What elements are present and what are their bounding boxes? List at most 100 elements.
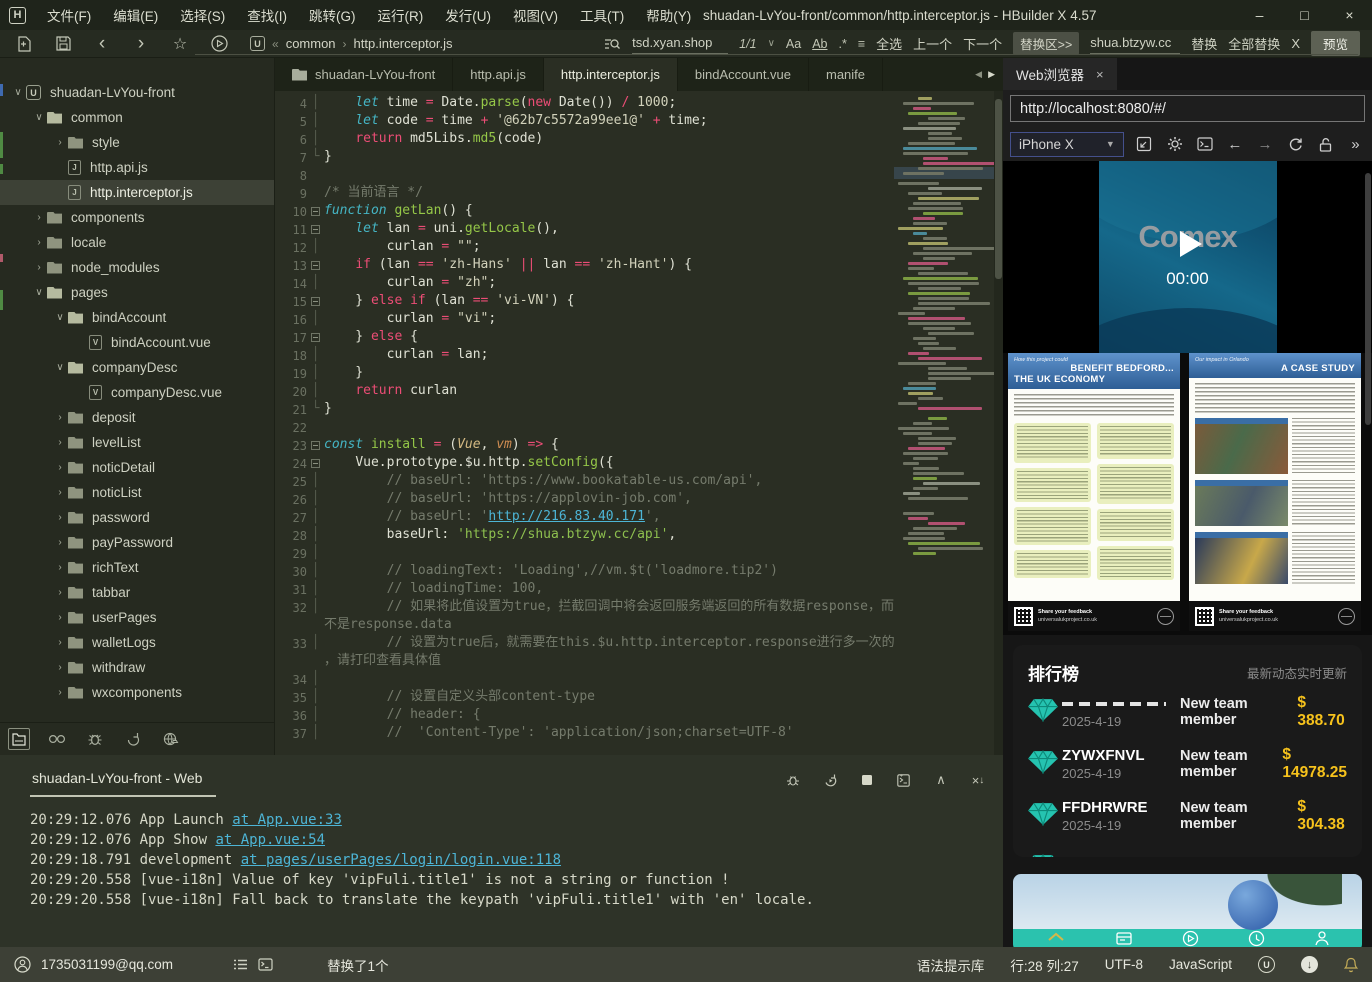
tree-item-bindAccount[interactable]: ∨bindAccount: [0, 305, 274, 330]
fold-box-icon[interactable]: [311, 459, 320, 468]
replace-input[interactable]: shua.btzyw.cc: [1090, 33, 1180, 54]
console-close-icon[interactable]: ×↓: [969, 771, 987, 789]
fold-marker[interactable]: [307, 292, 324, 310]
tree-item-http.api.js[interactable]: Jhttp.api.js: [0, 155, 274, 180]
tree-chevron-icon[interactable]: ›: [52, 637, 68, 648]
tree-item-shuadan-LvYou-front[interactable]: ∨Ushuadan-LvYou-front: [0, 80, 274, 105]
console-stop-icon[interactable]: [858, 771, 876, 789]
tree-chevron-icon[interactable]: ›: [52, 562, 68, 573]
uniapp-badge-icon[interactable]: U: [1258, 956, 1275, 973]
maximize-button[interactable]: □: [1282, 0, 1327, 30]
tree-item-companyDesc.vue[interactable]: VcompanyDesc.vue: [0, 380, 274, 405]
console-source-link[interactable]: at App.vue:54: [215, 832, 325, 848]
tree-chevron-icon[interactable]: ∨: [52, 312, 68, 323]
tree-chevron-icon[interactable]: ›: [52, 612, 68, 623]
tree-item-deposit[interactable]: ›deposit: [0, 405, 274, 430]
task-list-icon[interactable]: [233, 958, 248, 971]
tree-item-companyDesc[interactable]: ∨companyDesc: [0, 355, 274, 380]
tree-chevron-icon[interactable]: ›: [31, 262, 47, 273]
tree-chevron-icon[interactable]: ∨: [52, 362, 68, 373]
menu-item-5[interactable]: 运行(R): [367, 0, 435, 30]
back-icon[interactable]: ‹: [93, 35, 111, 53]
fold-marker[interactable]: [307, 436, 324, 454]
language-mode-button[interactable]: JavaScript: [1169, 957, 1232, 972]
fold-marker[interactable]: [307, 256, 324, 274]
replace-zone-toggle[interactable]: 替换区>>: [1013, 32, 1079, 55]
tree-chevron-icon[interactable]: ›: [31, 212, 47, 223]
console-source-link[interactable]: at pages/userPages/login/login.vue:118: [241, 852, 561, 868]
syntax-lib-button[interactable]: 语法提示库: [917, 955, 985, 975]
update-download-icon[interactable]: ↓: [1301, 956, 1318, 973]
fold-box-icon[interactable]: [311, 333, 320, 342]
tab-scroll-left-icon[interactable]: ◀: [975, 69, 982, 80]
account-icon[interactable]: [14, 956, 31, 973]
plugin-cloud-icon[interactable]: [160, 728, 182, 750]
console-debug-icon[interactable]: [784, 771, 802, 789]
breadcrumb[interactable]: U « common › http.interceptor.js: [250, 36, 453, 51]
fold-marker[interactable]: [307, 328, 324, 346]
fold-box-icon[interactable]: [311, 207, 320, 216]
editor-tab-http.api.js[interactable]: http.api.js: [453, 58, 544, 91]
editor-scrollbar[interactable]: [994, 91, 1003, 755]
minimize-button[interactable]: –: [1237, 0, 1282, 30]
tree-item-http.interceptor.js[interactable]: Jhttp.interceptor.js: [0, 180, 274, 205]
menu-item-7[interactable]: 视图(V): [502, 0, 569, 30]
breadcrumb-folder[interactable]: common: [286, 36, 336, 51]
tree-item-tabbar[interactable]: ›tabbar: [0, 580, 274, 605]
tree-chevron-icon[interactable]: ›: [31, 237, 47, 248]
encoding-button[interactable]: UTF-8: [1105, 957, 1143, 972]
fold-box-icon[interactable]: [311, 261, 320, 270]
tree-item-locale[interactable]: ›locale: [0, 230, 274, 255]
fold-marker[interactable]: [307, 202, 324, 220]
terminal-icon[interactable]: [258, 958, 273, 971]
tree-chevron-icon[interactable]: ›: [52, 662, 68, 673]
console-source-link[interactable]: at App.vue:33: [232, 812, 342, 828]
tree-item-components[interactable]: ›components: [0, 205, 274, 230]
search-input[interactable]: tsd.xyan.shop: [632, 33, 728, 54]
whole-word-icon[interactable]: Ab: [812, 37, 827, 51]
poster-case-study[interactable]: Our impact in Orlando A CASE STUDY Share…: [1189, 353, 1361, 631]
replace-button[interactable]: 替换: [1191, 34, 1217, 53]
device-select[interactable]: iPhone X ▼: [1010, 132, 1124, 157]
replace-all-button[interactable]: 全部替换: [1228, 34, 1280, 53]
fold-box-icon[interactable]: [311, 441, 320, 450]
orders-tab-icon[interactable]: [1115, 931, 1133, 948]
menu-item-2[interactable]: 选择(S): [169, 0, 236, 30]
menu-item-0[interactable]: 文件(F): [36, 0, 102, 30]
profile-tab-icon[interactable]: [1314, 930, 1330, 947]
run-icon[interactable]: [210, 35, 228, 53]
nav-forward-icon[interactable]: →: [1255, 134, 1274, 154]
close-search-button[interactable]: X: [1291, 36, 1300, 51]
search-view-icon[interactable]: [46, 728, 68, 750]
browser-tab-close-icon[interactable]: ×: [1096, 67, 1104, 82]
home-tab-icon[interactable]: [1046, 931, 1066, 948]
regex-icon[interactable]: .*: [838, 37, 846, 51]
tree-item-payPassword[interactable]: ›payPassword: [0, 530, 274, 555]
tree-chevron-icon[interactable]: ›: [52, 512, 68, 523]
tree-item-userPages[interactable]: ›userPages: [0, 605, 274, 630]
fold-box-icon[interactable]: [311, 225, 320, 234]
account-email[interactable]: 1735031199@qq.com: [41, 957, 173, 972]
editor-tab-manife[interactable]: manife: [809, 58, 883, 91]
fold-box-icon[interactable]: [311, 297, 320, 306]
play-button[interactable]: [1180, 231, 1202, 257]
tree-item-noticDetail[interactable]: ›noticDetail: [0, 455, 274, 480]
tree-item-style[interactable]: ›style: [0, 130, 274, 155]
console-restart-icon[interactable]: [821, 771, 839, 789]
menu-item-1[interactable]: 编辑(E): [102, 0, 169, 30]
debug-view-icon[interactable]: [84, 728, 106, 750]
editor-tab-bindAccount.vue[interactable]: bindAccount.vue: [678, 58, 809, 91]
tree-chevron-icon[interactable]: ›: [52, 687, 68, 698]
tab-scroll-right-icon[interactable]: ▶: [988, 69, 995, 80]
history-tab-icon[interactable]: [1248, 930, 1265, 948]
in-selection-icon[interactable]: ≡: [858, 37, 865, 51]
refresh-icon[interactable]: [1286, 134, 1305, 154]
preview-scrollbar[interactable]: [1365, 173, 1371, 425]
select-all-button[interactable]: 全选: [876, 34, 902, 53]
tree-item-node_modules[interactable]: ›node_modules: [0, 255, 274, 280]
console-collapse-icon[interactable]: ∧: [932, 771, 950, 789]
poster-uk-economy[interactable]: How this project could BENEFIT BEDFORD..…: [1008, 353, 1180, 631]
editor-tab-http.interceptor.js[interactable]: http.interceptor.js: [544, 58, 678, 91]
video-thumbnail[interactable]: Comex 00:00: [1099, 161, 1277, 353]
breadcrumb-file[interactable]: http.interceptor.js: [354, 36, 453, 51]
